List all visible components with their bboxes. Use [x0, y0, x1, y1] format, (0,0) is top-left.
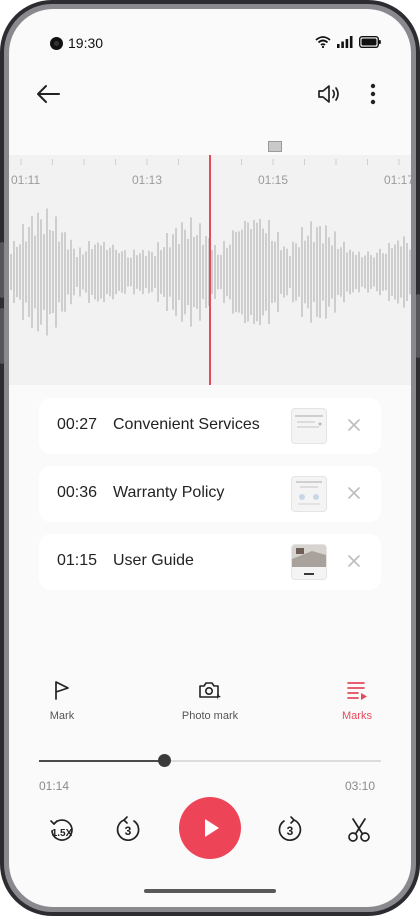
wifi-icon: [315, 36, 331, 48]
close-icon[interactable]: [345, 484, 363, 502]
mark-button[interactable]: Mark: [22, 679, 102, 722]
timeline-label: 01:15: [258, 173, 289, 187]
signal-icon: [337, 36, 353, 48]
total-time: 03:10: [345, 779, 376, 793]
marks-label: Marks: [342, 710, 372, 722]
marks-list-icon: [347, 682, 367, 700]
front-camera: [50, 37, 63, 50]
progress-fill: [39, 760, 164, 762]
flag-icon: [55, 681, 69, 700]
playback-speed-button[interactable]: 1.5X: [47, 815, 77, 845]
mark-title: Warranty Policy: [113, 484, 225, 501]
marks-button[interactable]: Marks: [317, 679, 397, 722]
screen: 19:30 01:11 01:13 01:15 01:17 00:27 Conv…: [9, 9, 411, 907]
home-indicator[interactable]: [144, 889, 276, 893]
photo-mark-button[interactable]: Photo mark: [170, 679, 250, 722]
forward-seconds: 3: [287, 824, 294, 838]
mark-thumbnail[interactable]: [291, 544, 327, 580]
forward-button[interactable]: 3: [275, 815, 305, 845]
mark-thumbnail[interactable]: [291, 476, 327, 512]
scissors-icon[interactable]: [344, 815, 374, 845]
rewind-seconds: 3: [125, 824, 132, 838]
progress-knob[interactable]: [157, 754, 171, 767]
current-time: 01:14: [39, 779, 70, 793]
mark-title: User Guide: [113, 552, 194, 569]
rewind-button[interactable]: 3: [113, 815, 143, 845]
photo-mark-label: Photo mark: [181, 710, 239, 722]
mark-time: 01:15: [57, 552, 98, 569]
mark-time: 00:27: [57, 416, 98, 433]
volume-up-key: [0, 242, 4, 298]
speaker-icon[interactable]: [316, 82, 344, 106]
battery-icon: [359, 36, 381, 48]
close-icon[interactable]: [345, 552, 363, 570]
mark-title: Convenient Services: [113, 416, 260, 433]
playhead[interactable]: [209, 155, 211, 385]
mark-label: Mark: [49, 710, 75, 722]
play-button[interactable]: [179, 797, 241, 859]
volume-down-key: [0, 308, 4, 364]
status-time: 19:30: [68, 35, 104, 51]
photo-mark-indicator[interactable]: [268, 141, 282, 152]
speed-label: 1.5X: [52, 828, 73, 839]
mark-item[interactable]: 00:27 Convenient Services: [39, 398, 381, 454]
close-icon[interactable]: [345, 416, 363, 434]
progress-slider[interactable]: [39, 754, 381, 767]
timeline-label: 01:17: [384, 173, 411, 187]
status-icons: [315, 36, 381, 48]
back-arrow-icon[interactable]: [35, 82, 63, 106]
timeline-label: 01:13: [132, 173, 163, 187]
mark-item[interactable]: 01:15 User Guide: [39, 534, 381, 590]
more-options-icon[interactable]: [363, 81, 383, 107]
mark-thumbnail[interactable]: [291, 408, 327, 444]
timeline-label: 01:11: [11, 173, 41, 187]
mark-time: 00:36: [57, 484, 98, 501]
camera-icon: [199, 682, 221, 700]
power-key: [416, 294, 420, 358]
mark-item[interactable]: 00:36 Warranty Policy: [39, 466, 381, 522]
